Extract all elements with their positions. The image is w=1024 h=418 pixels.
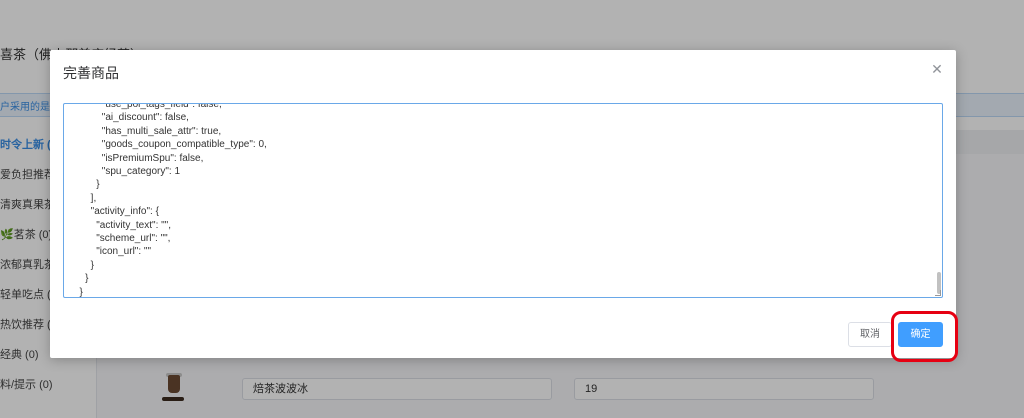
resize-handle-icon[interactable] — [935, 290, 941, 296]
confirm-button[interactable]: 确定 — [898, 322, 943, 347]
json-textarea[interactable]: "use_poi_tags_field": false, "ai_discoun… — [63, 103, 943, 298]
dialog-title: 完善商品 — [63, 65, 119, 81]
close-icon[interactable]: ✕ — [927, 59, 947, 79]
textarea-scrollbar[interactable] — [936, 104, 942, 297]
json-content: "use_poi_tags_field": false, "ai_discoun… — [79, 103, 267, 298]
complete-product-dialog: 完善商品 ✕ "use_poi_tags_field": false, "ai_… — [50, 50, 956, 358]
cancel-button[interactable]: 取消 — [848, 322, 892, 347]
